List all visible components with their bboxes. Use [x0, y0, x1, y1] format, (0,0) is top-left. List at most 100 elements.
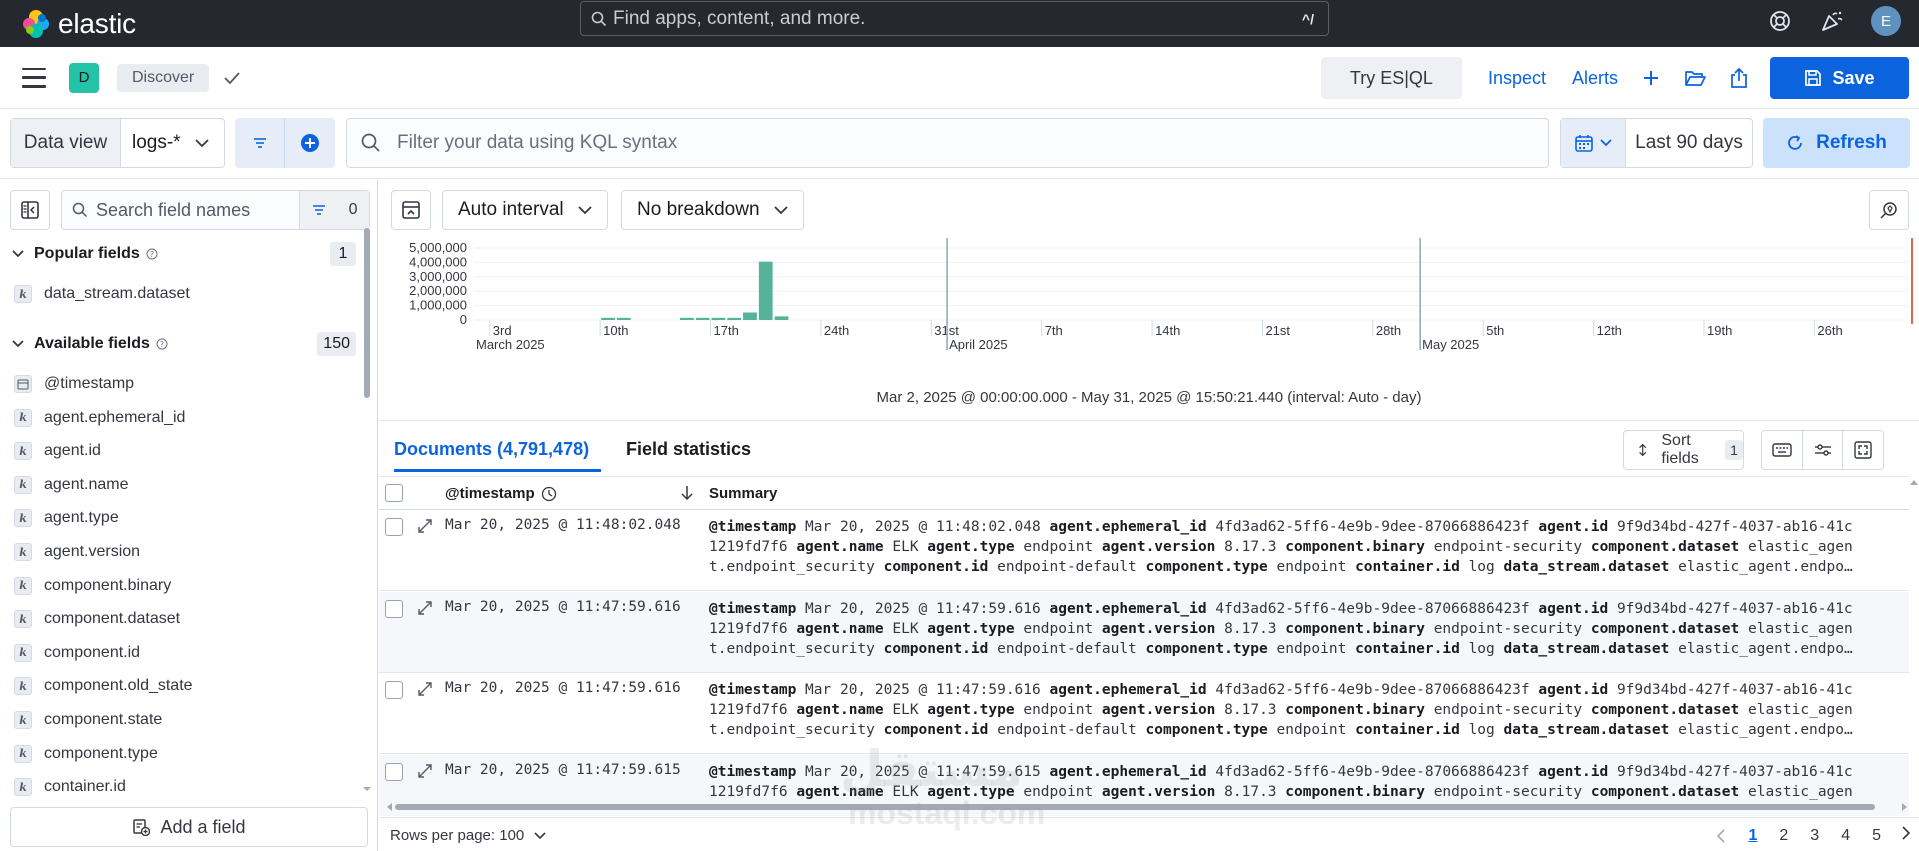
keyword-field-icon: k: [14, 408, 32, 427]
add-filter-icon[interactable]: [285, 118, 335, 168]
space-avatar[interactable]: D: [69, 62, 99, 93]
rows-per-page-select[interactable]: Rows per page: 100: [390, 827, 546, 844]
svg-text:?: ?: [160, 340, 164, 349]
alerts-button[interactable]: Alerts: [1572, 68, 1618, 89]
column-header-timestamp[interactable]: @timestamp: [445, 485, 557, 502]
field-item[interactable]: k agent.type: [14, 505, 119, 531]
inspect-button[interactable]: Inspect: [1488, 68, 1546, 89]
column-header-summary[interactable]: Summary: [709, 485, 777, 502]
refresh-button[interactable]: Refresh: [1763, 118, 1910, 168]
breakdown-select[interactable]: No breakdown: [621, 190, 804, 230]
breadcrumb-discover[interactable]: Discover: [117, 63, 210, 92]
available-fields-header[interactable]: Available fields ? 150: [12, 330, 356, 358]
sort-fields-button[interactable]: Sort fields 1: [1623, 430, 1744, 470]
histogram-chart[interactable]: 5,000,0004,000,0003,000,0002,000,0001,00…: [379, 236, 1919, 400]
grid-vertical-scrollbar[interactable]: [1909, 476, 1919, 816]
available-fields-count: 150: [317, 332, 356, 356]
field-item[interactable]: k container.id: [14, 774, 126, 800]
fullscreen-icon[interactable]: [1842, 431, 1883, 469]
field-item[interactable]: k component.id: [14, 640, 140, 666]
field-item[interactable]: k component.old_state: [14, 673, 193, 699]
kql-query-input[interactable]: Filter your data using KQL syntax: [346, 118, 1549, 168]
expand-row-icon[interactable]: [417, 600, 433, 621]
next-page-icon[interactable]: [1901, 825, 1911, 846]
field-item[interactable]: k component.dataset: [14, 606, 180, 632]
news-cheer-icon[interactable]: [1819, 8, 1845, 34]
summary-field-key: agent.id: [1538, 519, 1609, 535]
collapse-sidebar-button[interactable]: [10, 190, 50, 230]
user-avatar[interactable]: E: [1871, 6, 1901, 36]
toggle-chart-button[interactable]: [391, 190, 431, 230]
tab-documents[interactable]: Documents (4,791,478): [394, 439, 589, 460]
filter-icon[interactable]: [235, 118, 285, 168]
table-row[interactable]: Mar 20, 2025 @ 11:48:02.048 @timestamp Ma…: [379, 510, 1909, 591]
field-name: agent.type: [44, 509, 119, 527]
row-checkbox[interactable]: [385, 518, 403, 536]
page-link[interactable]: 3: [1810, 827, 1819, 845]
expand-row-icon[interactable]: [417, 763, 433, 784]
field-item[interactable]: k agent.ephemeral_id: [14, 405, 185, 431]
field-item[interactable]: k component.state: [14, 707, 162, 733]
summary-field-value: 1219fd7f6: [709, 539, 788, 555]
field-item[interactable]: k agent.version: [14, 539, 140, 565]
summary-field-key: container.id: [1355, 640, 1460, 657]
page-link[interactable]: 5: [1872, 827, 1881, 845]
summary-field-key: agent.version: [1101, 539, 1216, 555]
menu-icon[interactable]: [22, 67, 46, 88]
scroll-up-arrow-icon[interactable]: [1909, 478, 1919, 488]
data-view-selector[interactable]: logs-*: [121, 119, 224, 167]
save-button[interactable]: Save: [1770, 57, 1909, 99]
add-field-button[interactable]: Add a field: [10, 807, 368, 847]
global-search-input[interactable]: Find apps, content, and more. ^/: [580, 1, 1329, 36]
tab-field-statistics[interactable]: Field statistics: [626, 439, 751, 460]
keyword-field-icon: k: [14, 576, 32, 595]
page-link[interactable]: 4: [1841, 827, 1850, 845]
summary-field-value: ELK: [892, 783, 919, 800]
date-range-value[interactable]: Last 90 days: [1626, 119, 1752, 167]
field-item[interactable]: k data_stream.dataset: [14, 281, 190, 307]
expand-row-icon[interactable]: [417, 681, 433, 702]
row-timestamp: Mar 20, 2025 @ 11:47:59.616: [445, 680, 681, 696]
summary-field-value: endpoint: [1276, 640, 1347, 657]
field-item[interactable]: @timestamp: [14, 371, 134, 397]
field-type-filter-button[interactable]: 0: [299, 191, 369, 229]
date-picker[interactable]: Last 90 days: [1560, 118, 1753, 168]
popular-fields-header[interactable]: Popular fields ? 1: [12, 240, 356, 268]
field-item[interactable]: k agent.name: [14, 472, 129, 498]
previous-page-icon[interactable]: [1716, 828, 1726, 844]
field-item[interactable]: k component.binary: [14, 573, 171, 599]
expand-row-icon[interactable]: [417, 518, 433, 539]
plus-icon[interactable]: [1642, 69, 1660, 87]
select-all-checkbox[interactable]: [385, 484, 403, 502]
share-icon[interactable]: [1730, 67, 1748, 89]
pagination: 1 2 3 4 5: [1716, 825, 1911, 846]
row-checkbox[interactable]: [385, 599, 403, 618]
table-row[interactable]: Mar 20, 2025 @ 11:47:59.616 @timestamp Ma…: [379, 673, 1909, 754]
quick-menu-button[interactable]: [1561, 119, 1626, 167]
ai-assistant-button[interactable]: [1869, 190, 1909, 230]
field-item[interactable]: k agent.id: [14, 438, 101, 464]
row-checkbox[interactable]: [385, 762, 403, 781]
popular-fields-title: Popular fields: [34, 245, 140, 262]
page-link[interactable]: 2: [1779, 827, 1788, 845]
summary-field-key: agent.version: [1101, 783, 1216, 800]
try-esql-button[interactable]: Try ES|QL: [1320, 57, 1462, 99]
page-link[interactable]: 1: [1748, 827, 1757, 845]
elastic-logo[interactable]: elastic: [20, 8, 136, 40]
grid-horizontal-scrollbar[interactable]: [385, 802, 1909, 812]
field-item[interactable]: k component.type: [14, 741, 158, 767]
summary-field-key: agent.ephemeral_id: [1049, 600, 1207, 617]
data-view-picker[interactable]: Data view logs-*: [10, 118, 225, 168]
summary-field-value: 1219fd7f6: [709, 702, 788, 718]
table-row[interactable]: Mar 20, 2025 @ 11:47:59.616 @timestamp Ma…: [379, 591, 1909, 673]
interval-select[interactable]: Auto interval: [442, 190, 608, 230]
field-search-input[interactable]: Search field names 0: [61, 190, 370, 230]
display-settings-icon[interactable]: [1801, 431, 1843, 469]
sidebar-scrollbar[interactable]: [364, 228, 370, 580]
sort-descending-icon[interactable]: [680, 485, 694, 506]
keyboard-shortcuts-icon[interactable]: [1762, 431, 1802, 469]
scroll-down-arrow-icon[interactable]: [362, 786, 372, 792]
row-checkbox[interactable]: [385, 681, 403, 699]
help-icon[interactable]: [1767, 8, 1793, 34]
open-folder-icon[interactable]: [1684, 69, 1706, 87]
